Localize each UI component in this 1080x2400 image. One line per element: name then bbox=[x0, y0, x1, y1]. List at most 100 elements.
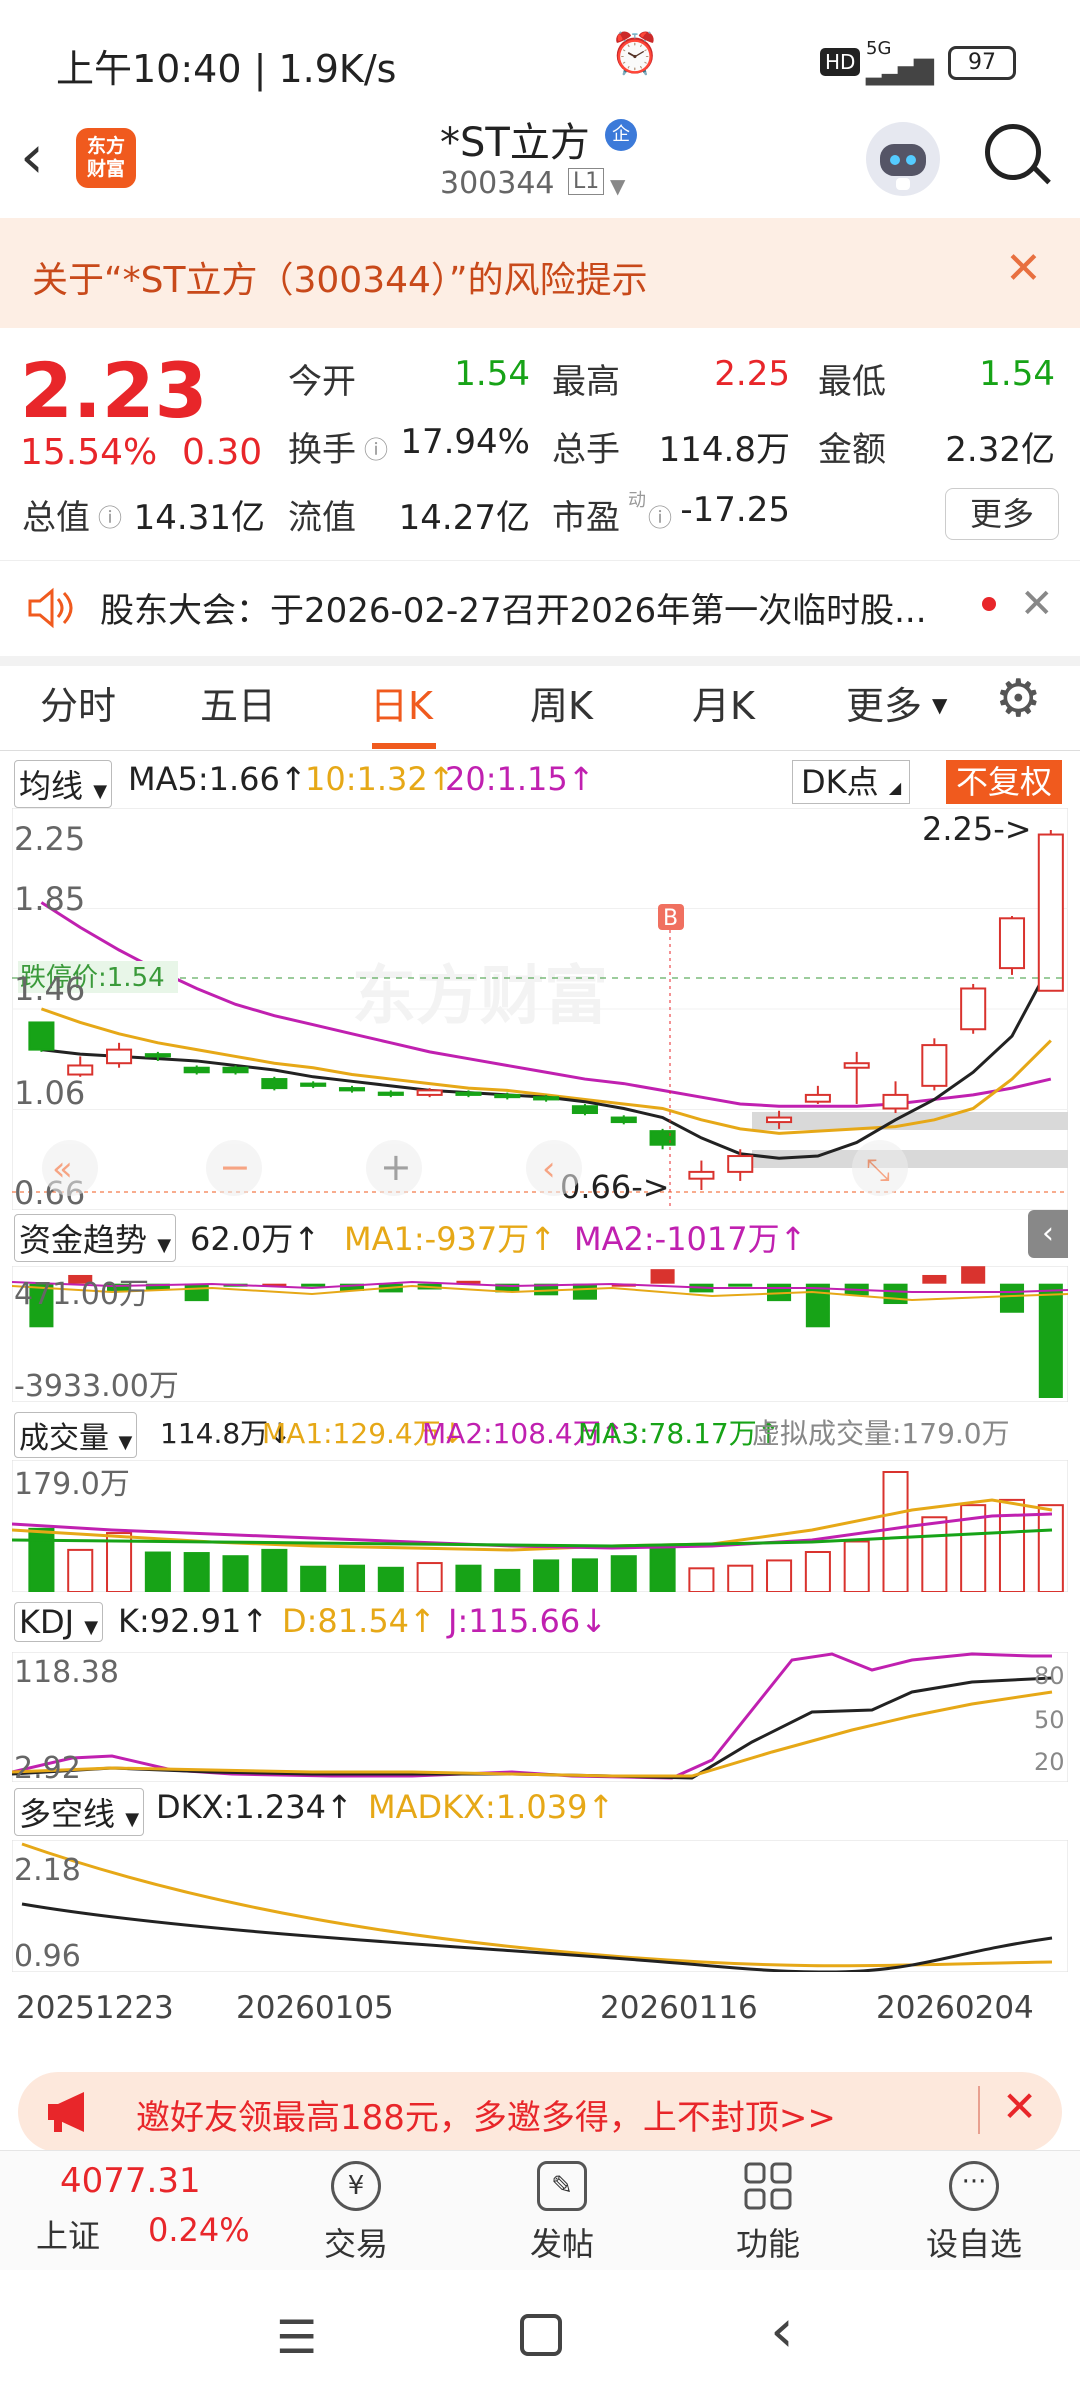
home-icon[interactable] bbox=[520, 2314, 562, 2356]
tab-daily-k[interactable]: 日K bbox=[370, 675, 433, 730]
info-icon[interactable]: ⓘ bbox=[364, 430, 388, 465]
y-axis-label: 2.25 bbox=[14, 820, 85, 858]
volume-bar bbox=[144, 1551, 171, 1592]
back-icon[interactable]: ‹ bbox=[770, 2296, 794, 2366]
candle-body bbox=[882, 1093, 909, 1110]
back-chevron-icon[interactable]: ‹ bbox=[20, 122, 44, 192]
risk-warning-text[interactable]: 关于“*ST立方（300344）”的风险提示 bbox=[32, 251, 648, 303]
fund-y-bottom: -3933.00万 bbox=[14, 1369, 179, 1402]
more-quote-button[interactable]: 更多 bbox=[945, 488, 1059, 540]
post-label: 发帖 bbox=[529, 2225, 594, 2263]
y-axis-label: 1.46 bbox=[14, 970, 85, 1008]
fund-bar bbox=[184, 1283, 209, 1302]
current-price: 2.23 bbox=[20, 346, 208, 435]
turnover-value: 17.94% bbox=[400, 422, 530, 462]
kdj-y-bottom: 2.92 bbox=[14, 1751, 81, 1782]
menu-icon[interactable]: ☰ bbox=[276, 2310, 317, 2364]
yuan-icon: ¥ bbox=[331, 2161, 381, 2211]
grid-icon bbox=[743, 2161, 793, 2211]
volume-select[interactable]: 成交量 ▼ bbox=[14, 1412, 138, 1458]
index-change[interactable]: 0.24% bbox=[148, 2211, 250, 2249]
promo-text[interactable]: 邀好友领最高188元，多邀多得，上不封顶>> bbox=[136, 2090, 836, 2139]
ma-select[interactable]: 均线 ▼ bbox=[14, 760, 113, 808]
status-bar: 上午10:40 | 1.9K/s ⏰ HD 5G ▂▃▅▇ 97 bbox=[0, 0, 1080, 120]
trade-button[interactable]: ¥ 交易 bbox=[296, 2161, 416, 2265]
kdj-select[interactable]: KDJ ▼ bbox=[14, 1602, 104, 1642]
index-name[interactable]: 上证 bbox=[36, 2211, 100, 2257]
tab-intraday[interactable]: 分时 bbox=[40, 675, 116, 730]
dkx-select[interactable]: 多空线 ▼ bbox=[14, 1788, 145, 1836]
system-nav-bar: ☰ ‹ bbox=[0, 2270, 1080, 2400]
volume-bar bbox=[766, 1559, 793, 1592]
tab-monthly-k[interactable]: 月K bbox=[692, 675, 755, 730]
candle-body bbox=[222, 1066, 249, 1074]
fund-select[interactable]: 资金趋势 ▼ bbox=[14, 1214, 177, 1262]
volume-label: 总手 bbox=[552, 430, 620, 470]
volume-bar bbox=[300, 1565, 327, 1592]
stock-name: *ST立方 bbox=[440, 120, 590, 166]
minus-icon: − bbox=[219, 1145, 251, 1189]
risk-warning-banner[interactable]: 关于“*ST立方（300344）”的风险提示 ✕ bbox=[0, 218, 1080, 328]
adjust-toggle[interactable]: 不复权 bbox=[946, 760, 1062, 804]
stock-code: 300344 bbox=[440, 166, 555, 201]
close-banner-icon[interactable]: ✕ bbox=[1005, 243, 1042, 294]
tab-five-day[interactable]: 五日 bbox=[200, 675, 276, 730]
volume-bar bbox=[338, 1564, 366, 1592]
tab-more[interactable]: 更多 bbox=[846, 675, 922, 730]
level-selector[interactable]: L1 bbox=[568, 168, 605, 195]
tab-weekly-k[interactable]: 周K bbox=[530, 675, 593, 730]
kdj-header: KDJ ▼ K:92.91↑ D:81.54↑ J:115.66↓ bbox=[0, 1602, 1080, 1646]
robot-assistant-icon[interactable] bbox=[866, 122, 940, 196]
function-button[interactable]: 功能 bbox=[708, 2161, 828, 2265]
candle-body bbox=[338, 1087, 366, 1092]
float-value: 14.27亿 bbox=[398, 498, 530, 538]
fund-value: 62.0万↑ bbox=[190, 1220, 321, 1258]
volume-bar bbox=[688, 1567, 715, 1592]
post-button[interactable]: ✎ 发帖 bbox=[502, 2161, 622, 2265]
date-label: 20260116 bbox=[600, 1990, 758, 2026]
volume-value: 114.8万 bbox=[658, 430, 790, 470]
dkx-chart[interactable]: 2.18 0.96 bbox=[12, 1840, 1068, 1972]
candle-body bbox=[377, 1091, 404, 1096]
fund-bar bbox=[999, 1283, 1025, 1313]
date-axis: 20251223 20260105 20260116 20260204 bbox=[0, 1990, 1080, 2034]
period-tabs: 分时 五日 日K 周K 月K 更多 ▼ ⚙ bbox=[0, 665, 1080, 751]
fund-bar bbox=[961, 1266, 986, 1284]
tab-more-caret-icon[interactable]: ▼ bbox=[932, 693, 947, 717]
close-notice-icon[interactable]: ✕ bbox=[1020, 581, 1054, 627]
kline-chart[interactable]: 东方财富 B 跌停价:1.54 2.25 1.85 1.46 1.06 0.66… bbox=[12, 808, 1068, 1210]
index-value[interactable]: 4077.31 bbox=[60, 2161, 201, 2201]
notice-bar[interactable]: 股东大会：于2026-02-27召开2026年第一次临时股... ✕ bbox=[0, 560, 1080, 666]
date-label: 20260105 bbox=[236, 1990, 394, 2026]
trade-label: 交易 bbox=[323, 2225, 388, 2263]
promo-banner[interactable]: 邀好友领最高188元，多邀多得，上不封顶>> ✕ bbox=[18, 2072, 1062, 2152]
level-caret-icon[interactable]: ▼ bbox=[610, 174, 625, 198]
kdj-ref-20: 20 bbox=[1034, 1748, 1065, 1776]
volume-y-top: 179.0万 bbox=[14, 1467, 130, 1502]
collapse-arrow-icon[interactable]: ‹ bbox=[1028, 1210, 1068, 1258]
fund-bar bbox=[728, 1283, 753, 1287]
virtual-volume: 虚拟成交量:179.0万 bbox=[752, 1417, 1010, 1450]
close-promo-icon[interactable]: ✕ bbox=[1002, 2082, 1037, 2131]
search-icon[interactable] bbox=[985, 124, 1041, 180]
dk-point-button[interactable]: DK点 ◢ bbox=[792, 760, 911, 804]
volume-bar bbox=[804, 1551, 831, 1592]
high-mark: 2.25-> bbox=[922, 810, 1032, 848]
fund-trend-chart[interactable]: 471.00万 -3933.00万 bbox=[12, 1266, 1068, 1402]
candle-body bbox=[416, 1089, 443, 1096]
info-icon[interactable]: ⓘ bbox=[98, 498, 122, 533]
candle-body bbox=[921, 1044, 948, 1087]
add-watchlist-label: 设自选 bbox=[925, 2225, 1022, 2263]
volume-chart[interactable]: 179.0万 bbox=[12, 1460, 1068, 1592]
settings-gear-icon[interactable]: ⚙ bbox=[995, 669, 1042, 729]
divider bbox=[978, 2086, 980, 2134]
fund-bar bbox=[301, 1283, 326, 1287]
ma5-value: MA5:1.66↑ bbox=[128, 760, 307, 798]
info-icon[interactable]: ⓘ bbox=[648, 498, 672, 533]
add-watchlist-button[interactable]: ··· 设自选 bbox=[914, 2161, 1034, 2265]
notice-text[interactable]: 股东大会：于2026-02-27召开2026年第一次临时股... bbox=[100, 583, 927, 632]
battery-icon: 97 bbox=[948, 46, 1016, 80]
volume-bar bbox=[882, 1471, 909, 1592]
eastmoney-logo[interactable]: 东方 财富 bbox=[76, 128, 136, 188]
kdj-chart[interactable]: 118.38 2.92 80 50 20 bbox=[12, 1652, 1068, 1782]
